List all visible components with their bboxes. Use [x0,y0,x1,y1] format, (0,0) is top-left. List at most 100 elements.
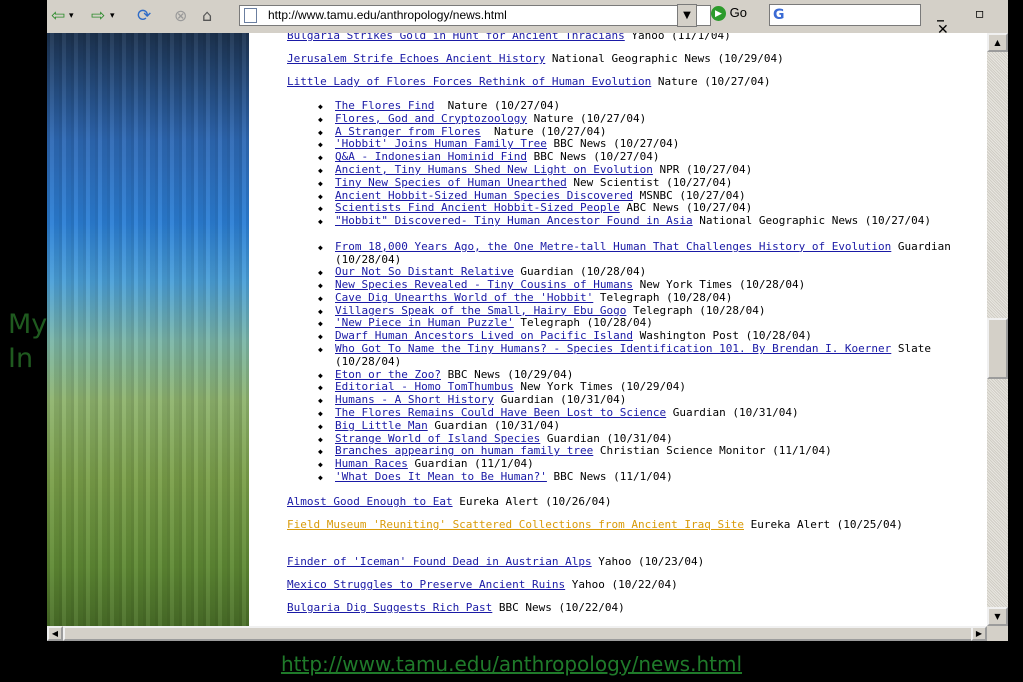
news-source: National Geographic News (10/27/04) [692,214,932,228]
bullet-icon: ◆ [318,178,323,188]
horizontal-scrollbar[interactable]: ◀ ▶ [47,626,987,641]
news-source: Guardian (10/31/04) [540,431,673,445]
news-source: Telegraph (10/28/04) [626,303,766,317]
slide-url-link[interactable]: http://www.tamu.edu/anthropology/news.ht… [0,652,1023,676]
news-source: Yahoo (10/23/04) [591,555,705,568]
news-link[interactable]: Cave Dig Unearths World of the 'Hobbit' [335,291,593,304]
page-icon [244,8,257,23]
news-link[interactable]: Our Not So Distant Relative [335,265,514,278]
sub-news-item: The Flores Remains Could Have Been Lost … [335,406,975,419]
news-link[interactable]: "Hobbit" Discovered- Tiny Human Ancestor… [335,214,693,227]
news-link[interactable]: Dwarf Human Ancestors Lived on Pacific I… [335,329,633,342]
scroll-down-icon[interactable]: ▼ [987,607,1008,626]
sub-news-item: Q&A - Indonesian Hominid Find BBC News (… [335,150,975,163]
sub-news-item: Human Races Guardian (11/1/04) [335,457,975,470]
google-icon[interactable]: G [773,7,785,23]
bullet-icon: ◆ [318,242,323,252]
sub-news-item: 'What Does It Mean to Be Human?' BBC New… [335,470,975,483]
news-link[interactable]: Finder of 'Iceman' Found Dead in Austria… [287,555,592,568]
sub-news-item: Big Little Man Guardian (10/31/04) [335,419,975,432]
search-box[interactable]: G [769,4,921,26]
news-link[interactable]: A Stranger from Flores [335,125,481,138]
news-source: BBC News (10/27/04) [546,137,680,151]
back-dropdown-icon[interactable]: ▾ [69,7,74,25]
stop-icon[interactable]: ⊗ [174,7,187,25]
news-item: Field Museum 'Reuniting' Scattered Colle… [287,518,977,531]
bullet-icon: ◆ [318,127,323,137]
refresh-icon[interactable]: ⟳ [137,7,151,25]
news-link[interactable]: Scientists Find Ancient Hobbit-Sized Peo… [335,201,620,214]
bullet-icon: ◆ [318,472,323,482]
news-item: Bulgaria Strikes Gold in Hunt for Ancien… [287,33,977,42]
news-link[interactable]: Branches appearing on human family tree [335,444,593,457]
news-source: Guardian (10/28/04) [513,265,647,279]
bullet-icon: ◆ [318,166,323,175]
news-link[interactable]: Eton or the Zoo? [335,368,441,381]
bullet-icon: ◆ [318,102,323,111]
bullet-icon: ◆ [318,306,323,316]
news-link[interactable]: Big Little Man [335,419,428,432]
news-source: New York Times (10/28/04) [633,278,806,291]
home-icon[interactable]: ⌂ [202,7,212,25]
sub-news-item: Dwarf Human Ancestors Lived on Pacific I… [335,329,975,342]
browser-toolbar: ⇦ ▾ ⇨ ▾ ⟳ ⊗ ⌂ http://www.tamu.edu/anthro… [47,0,1008,38]
news-item: Bulgaria Dig Suggests Rich Past BBC News… [287,601,977,614]
bullet-icon: ◆ [318,140,323,150]
news-link[interactable]: Bulgaria Dig Suggests Rich Past [287,601,492,614]
forward-arrow-icon[interactable]: ⇨ [91,7,105,25]
bullet-icon: ◆ [318,191,323,201]
news-item: Almost Good Enough to Eat Eureka Alert (… [287,495,977,508]
news-link[interactable]: Q&A - Indonesian Hominid Find [335,150,527,163]
news-source: Telegraph (10/28/04) [513,316,653,330]
back-arrow-icon[interactable]: ⇦ [51,7,65,25]
news-link[interactable]: Who Got To Name the Tiny Humans? - Speci… [335,342,891,355]
address-bar[interactable]: http://www.tamu.edu/anthropology/news.ht… [239,5,711,26]
sub-news-item: 'New Piece in Human Puzzle' Telegraph (1… [335,316,975,329]
news-link[interactable]: Strange World of Island Species [335,432,540,445]
news-link[interactable]: Mexico Struggles to Preserve Ancient Rui… [287,578,565,591]
vertical-scroll-thumb[interactable] [987,318,1008,379]
scroll-right-icon[interactable]: ▶ [971,626,987,641]
news-link[interactable]: From 18,000 Years Ago, the One Metre-tal… [335,240,891,253]
news-link[interactable]: Almost Good Enough to Eat [287,495,453,508]
news-link[interactable]: 'What Does It Mean to Be Human?' [335,470,547,483]
news-item: Little Lady of Flores Forces Rethink of … [287,75,977,88]
news-link[interactable]: Tiny New Species of Human Unearthed [335,176,567,189]
news-link[interactable]: 'New Piece in Human Puzzle' [335,316,514,329]
news-link[interactable]: Villagers Speak of the Small, Hairy Ebu … [335,304,626,317]
news-source: Guardian (11/1/04) [407,457,534,471]
scroll-left-icon[interactable]: ◀ [47,626,63,641]
news-link[interactable]: 'Hobbit' Joins Human Family Tree [335,137,547,150]
news-source: BBC News (10/22/04) [492,601,625,614]
news-link[interactable]: Flores, God and Cryptozoology [335,112,527,125]
news-link[interactable]: The Flores Find [335,99,434,112]
address-text[interactable]: http://www.tamu.edu/anthropology/news.ht… [268,8,507,22]
news-link[interactable]: Bulgaria Strikes Gold in Hunt for Ancien… [287,33,625,42]
news-item: Mexico Struggles to Preserve Ancient Rui… [287,578,977,591]
go-label: Go [729,5,747,20]
news-link[interactable]: New Species Revealed - Tiny Cousins of H… [335,278,633,291]
news-link[interactable]: Jerusalem Strife Echoes Ancient History [287,52,545,65]
news-source: Eureka Alert (10/26/04) [452,495,612,508]
news-link[interactable]: Ancient, Tiny Humans Shed New Light on E… [335,163,653,176]
horizontal-scroll-thumb[interactable] [63,626,973,641]
news-link[interactable]: Editorial - Homo TomThumbus [335,380,514,393]
news-link[interactable]: Humans - A Short History [335,393,494,406]
sub-news-item: A Stranger from Flores Nature (10/27/04) [335,125,975,138]
sub-news-item: Editorial - Homo TomThumbus New York Tim… [335,380,975,393]
news-link[interactable]: The Flores Remains Could Have Been Lost … [335,406,666,419]
news-source: Guardian (10/31/04) [493,393,627,407]
news-link[interactable]: Field Museum 'Reuniting' Scattered Colle… [287,518,744,531]
scroll-up-icon[interactable]: ▲ [987,33,1008,52]
forward-dropdown-icon[interactable]: ▾ [110,7,115,25]
news-link[interactable]: Little Lady of Flores Forces Rethink of … [287,75,651,88]
go-button[interactable]: ▶ Go [711,5,747,25]
bullet-icon: ◆ [318,447,323,457]
bullet-icon: ◆ [318,268,323,278]
address-dropdown-icon[interactable]: ▼ [677,4,697,27]
news-link[interactable]: Human Races [335,457,408,470]
sub-news-item: New Species Revealed - Tiny Cousins of H… [335,278,975,291]
bullet-icon: ◆ [318,204,323,214]
vertical-scrollbar[interactable]: ▲ ▼ [987,33,1008,626]
news-link[interactable]: Ancient Hobbit-Sized Human Species Disco… [335,189,633,202]
